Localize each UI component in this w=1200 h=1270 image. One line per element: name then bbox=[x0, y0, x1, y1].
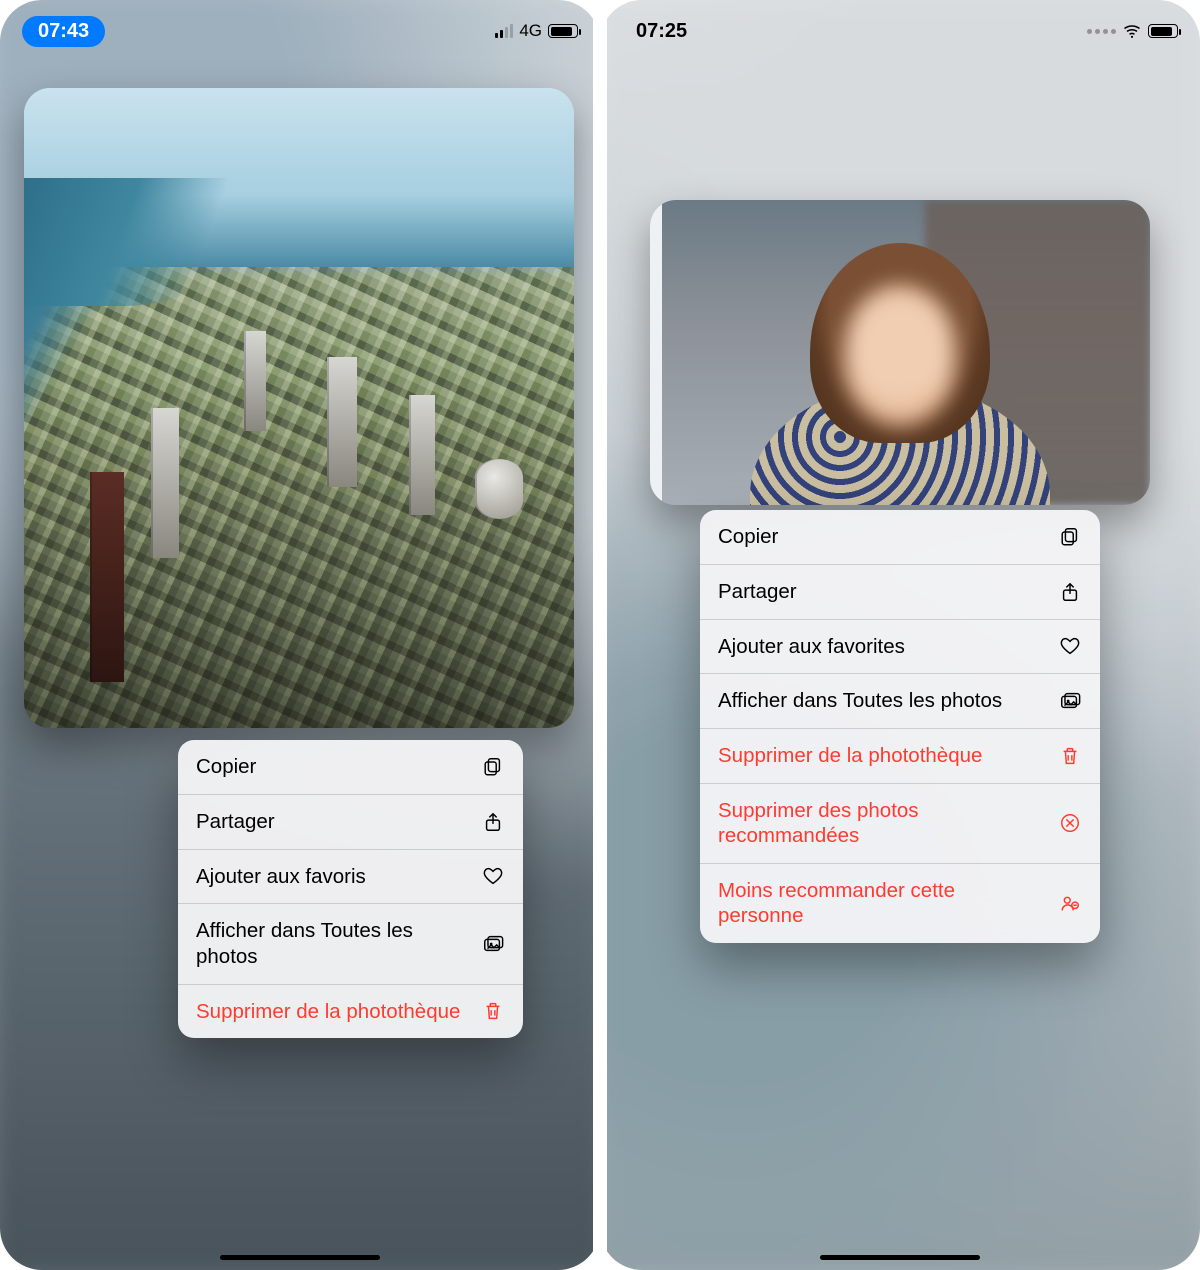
heart-icon bbox=[1058, 635, 1082, 657]
remove-circle-icon bbox=[1058, 812, 1082, 834]
menu-item-label: Supprimer de la photothèque bbox=[718, 743, 1058, 769]
cellular-signal-icon bbox=[495, 24, 513, 38]
menu-item-label: Supprimer de la photothèque bbox=[196, 999, 481, 1025]
trash-icon bbox=[481, 1000, 505, 1022]
photo-thumbnail-person bbox=[650, 200, 1150, 505]
menu-item-share[interactable]: Partager bbox=[178, 794, 523, 849]
photos-icon bbox=[481, 933, 505, 955]
copy-icon bbox=[1058, 526, 1082, 548]
person-fewer-icon bbox=[1058, 892, 1082, 914]
menu-item-show-all-photos[interactable]: Afficher dans Toutes les photos bbox=[700, 673, 1100, 728]
photo-preview[interactable] bbox=[24, 88, 574, 728]
status-bar: 07:43 4G bbox=[0, 0, 600, 56]
menu-item-label: Ajouter aux favorites bbox=[718, 634, 1058, 660]
menu-item-delete-library[interactable]: Supprimer de la photothèque bbox=[700, 728, 1100, 783]
menu-item-label: Partager bbox=[718, 579, 1058, 605]
menu-item-delete-library[interactable]: Supprimer de la photothèque bbox=[178, 984, 523, 1039]
status-indicators: 4G bbox=[495, 21, 578, 41]
menu-item-copy[interactable]: Copier bbox=[700, 510, 1100, 564]
menu-item-copy[interactable]: Copier bbox=[178, 740, 523, 794]
location-dots-icon bbox=[1087, 29, 1116, 34]
status-time: 07:25 bbox=[622, 20, 687, 43]
context-menu: Copier Partager Ajouter aux favorites Af… bbox=[700, 510, 1100, 943]
menu-item-favorite[interactable]: Ajouter aux favorites bbox=[700, 619, 1100, 674]
menu-item-label: Afficher dans Toutes les photos bbox=[718, 688, 1058, 714]
home-indicator[interactable] bbox=[220, 1255, 380, 1260]
photo-preview[interactable] bbox=[650, 200, 1150, 505]
battery-icon bbox=[548, 24, 578, 38]
menu-item-show-all-photos[interactable]: Afficher dans Toutes les photos bbox=[178, 903, 523, 983]
trash-icon bbox=[1058, 745, 1082, 767]
menu-item-label: Partager bbox=[196, 809, 481, 835]
menu-item-label: Supprimer des photos recommandées bbox=[718, 798, 1058, 849]
menu-item-favorite[interactable]: Ajouter aux favoris bbox=[178, 849, 523, 904]
menu-item-label: Copier bbox=[196, 754, 481, 780]
menu-item-share[interactable]: Partager bbox=[700, 564, 1100, 619]
home-indicator[interactable] bbox=[820, 1255, 980, 1260]
screenshot-left: 07:43 4G Copier Partager Ajouter aux fav… bbox=[0, 0, 600, 1270]
network-type: 4G bbox=[519, 21, 542, 41]
heart-icon bbox=[481, 865, 505, 887]
menu-item-label: Copier bbox=[718, 524, 1058, 550]
menu-item-remove-from-featured[interactable]: Supprimer des photos recommandées bbox=[700, 783, 1100, 863]
menu-item-label: Afficher dans Toutes les photos bbox=[196, 918, 481, 969]
status-time-pill: 07:43 bbox=[22, 16, 105, 47]
share-icon bbox=[481, 811, 505, 833]
screenshot-right: 07:25 Copier Partager Ajouter aux fav bbox=[600, 0, 1200, 1270]
status-indicators bbox=[1087, 21, 1178, 41]
copy-icon bbox=[481, 756, 505, 778]
battery-icon bbox=[1148, 24, 1178, 38]
photos-icon bbox=[1058, 690, 1082, 712]
share-icon bbox=[1058, 581, 1082, 603]
context-menu: Copier Partager Ajouter aux favoris Affi… bbox=[178, 740, 523, 1038]
menu-item-feature-person-less[interactable]: Moins recommander cette personne bbox=[700, 863, 1100, 943]
status-bar: 07:25 bbox=[600, 0, 1200, 56]
menu-item-label: Ajouter aux favoris bbox=[196, 864, 481, 890]
photo-thumbnail-city bbox=[24, 88, 574, 728]
menu-item-label: Moins recommander cette personne bbox=[718, 878, 1058, 929]
wifi-icon bbox=[1122, 21, 1142, 41]
